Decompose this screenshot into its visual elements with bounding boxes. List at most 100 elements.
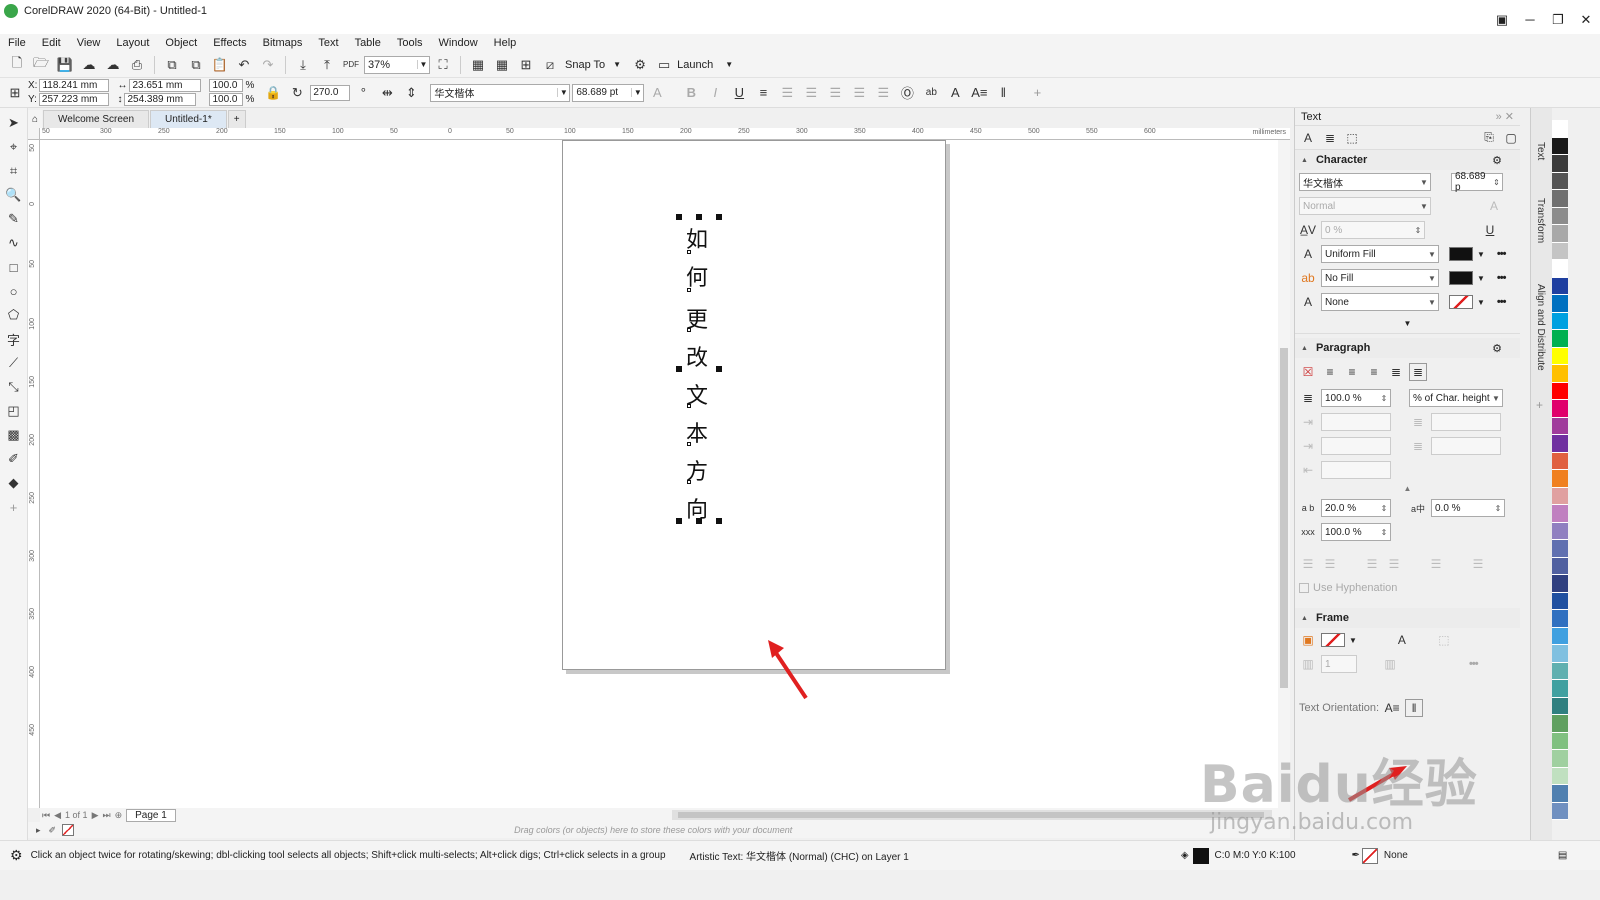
frame-settings-icon[interactable]: ⬚ bbox=[1435, 631, 1453, 649]
palette-swatch[interactable] bbox=[1552, 172, 1568, 190]
palette-swatch[interactable] bbox=[1552, 645, 1568, 663]
rectangle-tool-icon[interactable]: □ bbox=[4, 258, 24, 276]
palette-swatch[interactable] bbox=[1552, 487, 1568, 505]
options-icon[interactable]: ⚙ bbox=[1492, 342, 1502, 355]
palette-swatch[interactable] bbox=[1552, 767, 1568, 785]
language-spacing-input[interactable]: 100.0 % ⇕ bbox=[1321, 523, 1391, 541]
right-indent-input[interactable] bbox=[1321, 461, 1391, 479]
bold-icon[interactable]: B bbox=[680, 83, 702, 103]
zoom-tool-icon[interactable]: 🔍 bbox=[4, 186, 24, 204]
redo-icon[interactable]: ↷ bbox=[257, 55, 279, 75]
palette-swatch[interactable] bbox=[1552, 732, 1568, 750]
menu-effects[interactable]: Effects bbox=[205, 37, 254, 49]
freehand-tool-icon[interactable]: ✎ bbox=[4, 210, 24, 228]
x-position-input[interactable]: 118.241 mm bbox=[39, 79, 110, 92]
object-origin-icon[interactable]: ⊞ bbox=[4, 83, 26, 103]
character-node[interactable] bbox=[687, 250, 691, 254]
selection-handle[interactable] bbox=[696, 518, 702, 524]
font-size-dropdown[interactable]: 68.689 pt ▼ bbox=[572, 83, 645, 102]
scale-y-input[interactable]: 100.0 bbox=[209, 93, 244, 106]
palette-swatch[interactable] bbox=[1552, 715, 1568, 733]
docker-font-size-input[interactable]: 68.689 p ⇕ bbox=[1451, 171, 1503, 193]
mirror-horizontal-icon[interactable]: ⇹ bbox=[376, 83, 398, 103]
space-after-input[interactable] bbox=[1431, 437, 1501, 455]
cloud-download-icon[interactable]: ☁ bbox=[102, 55, 124, 75]
spacing-unit-dropdown[interactable]: % of Char. height ▼ bbox=[1409, 389, 1503, 407]
more-options-icon[interactable]: ••• bbox=[1497, 272, 1507, 284]
paragraph-section-header[interactable]: ▲ Paragraph ⚙ bbox=[1295, 338, 1520, 358]
drop-cap-settings-icon[interactable]: ☰ bbox=[1385, 555, 1403, 573]
edit-text-icon[interactable]: ab bbox=[920, 83, 942, 103]
text-properties-icon[interactable]: Ⓞ bbox=[896, 83, 918, 103]
outline-swatch[interactable] bbox=[1449, 295, 1473, 309]
character-node[interactable] bbox=[687, 442, 691, 446]
launch-button[interactable]: Launch bbox=[677, 59, 713, 71]
palette-swatch[interactable] bbox=[1552, 277, 1568, 295]
palette-arrow-icon[interactable]: ▸ bbox=[36, 825, 41, 836]
palette-swatch[interactable] bbox=[1552, 365, 1568, 383]
menu-tools[interactable]: Tools bbox=[389, 37, 431, 49]
character-section-header[interactable]: ▲ Character ⚙ bbox=[1295, 150, 1520, 170]
eyedropper-icon[interactable]: ✐ bbox=[49, 825, 57, 836]
last-page-icon[interactable]: ⏭ bbox=[102, 810, 110, 821]
first-page-icon[interactable]: ⏮ bbox=[42, 810, 50, 821]
palette-swatch[interactable] bbox=[1552, 802, 1568, 820]
color-mode-icon[interactable]: ▤ bbox=[1558, 850, 1567, 861]
add-icon[interactable]: + bbox=[1026, 83, 1048, 103]
vertical-scroll-thumb[interactable] bbox=[1280, 348, 1288, 688]
snap-to-dropdown[interactable]: Snap To bbox=[565, 59, 605, 71]
columns-input[interactable]: 1 bbox=[1321, 655, 1357, 673]
prev-page-icon[interactable]: ◀ bbox=[54, 810, 61, 821]
character-spacing-input[interactable]: 20.0 % ⇕ bbox=[1321, 499, 1391, 517]
vertical-scrollbar[interactable] bbox=[1278, 140, 1290, 808]
drop-shadow-icon[interactable]: ◰ bbox=[4, 402, 24, 420]
docker-collapse-icon[interactable]: » ✕ bbox=[1496, 110, 1514, 123]
show-guidelines-icon[interactable]: ⊞ bbox=[515, 55, 537, 75]
frame-tab-icon[interactable]: ⬚ bbox=[1343, 129, 1361, 147]
publish-pdf-icon[interactable]: PDF bbox=[340, 55, 362, 75]
hyphenation-checkbox[interactable] bbox=[1299, 583, 1309, 593]
add-docker-icon[interactable]: + bbox=[1536, 398, 1543, 412]
no-alignment-icon[interactable]: ☒ bbox=[1299, 363, 1317, 381]
launch-icon[interactable]: ▭ bbox=[653, 55, 675, 75]
palette-swatch[interactable] bbox=[1552, 137, 1568, 155]
full-screen-icon[interactable]: ⛶ bbox=[432, 55, 454, 75]
page-tab[interactable]: Page 1 bbox=[126, 808, 176, 822]
palette-swatch[interactable] bbox=[1552, 260, 1568, 278]
menu-object[interactable]: Object bbox=[157, 37, 205, 49]
force-justify-icon[interactable]: ≣ bbox=[1409, 363, 1427, 381]
next-page-icon[interactable]: ▶ bbox=[92, 810, 99, 821]
new-document-icon[interactable]: 🗋 bbox=[6, 55, 28, 75]
line-spacing-input[interactable]: 100.0 % ⇕ bbox=[1321, 389, 1391, 407]
palette-swatch[interactable] bbox=[1552, 785, 1568, 803]
menu-bitmaps[interactable]: Bitmaps bbox=[255, 37, 311, 49]
horizontal-text-icon[interactable]: A≡ bbox=[968, 83, 990, 103]
options-icon[interactable]: ⚙ bbox=[1492, 154, 1502, 167]
crop-tool-icon[interactable]: ⌗ bbox=[4, 162, 24, 180]
tab-welcome-screen[interactable]: Welcome Screen bbox=[43, 110, 150, 128]
home-icon[interactable]: ⌂ bbox=[28, 110, 43, 128]
more-options-icon[interactable]: ••• bbox=[1497, 248, 1507, 260]
palette-swatch[interactable] bbox=[1552, 435, 1568, 453]
parallel-dimension-icon[interactable]: ⟋ bbox=[4, 354, 24, 372]
palette-swatch[interactable] bbox=[1552, 190, 1568, 208]
rotation-input[interactable]: 270.0 bbox=[310, 84, 351, 101]
palette-swatch[interactable] bbox=[1552, 155, 1568, 173]
scale-x-input[interactable]: 100.0 bbox=[209, 79, 244, 92]
palette-swatch[interactable] bbox=[1552, 557, 1568, 575]
frame-fill-swatch[interactable] bbox=[1321, 633, 1345, 647]
undo-icon[interactable]: ↶ bbox=[233, 55, 255, 75]
tab-untitled[interactable]: Untitled-1* bbox=[150, 110, 227, 128]
selection-handle[interactable] bbox=[716, 366, 722, 372]
character-node[interactable] bbox=[687, 328, 691, 332]
drop-cap-icon[interactable]: ☰ bbox=[824, 83, 846, 103]
palette-swatch[interactable] bbox=[1552, 347, 1568, 365]
eyedropper-icon[interactable]: ✐ bbox=[4, 450, 24, 468]
palette-swatch[interactable] bbox=[1552, 540, 1568, 558]
save-icon[interactable]: 💾 bbox=[54, 55, 76, 75]
snap-icon[interactable]: ⧄ bbox=[539, 55, 561, 75]
ruler-origin[interactable] bbox=[28, 128, 40, 140]
lock-ratio-icon[interactable]: 🔒 bbox=[262, 83, 284, 103]
add-page-icon[interactable]: ⊕ bbox=[115, 810, 123, 821]
palette-swatch[interactable] bbox=[1552, 295, 1568, 313]
